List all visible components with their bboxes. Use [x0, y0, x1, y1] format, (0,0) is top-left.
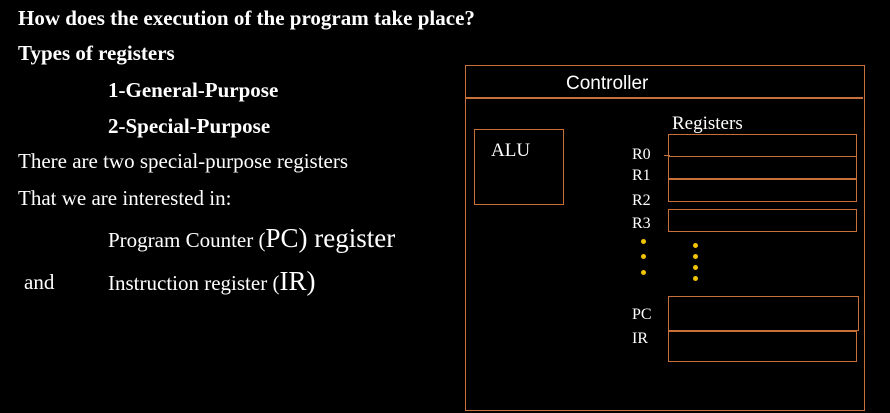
alu-label: ALU [491, 140, 531, 161]
general-purpose-item: 1-General-Purpose [108, 78, 279, 102]
ellipsis-dot [641, 239, 646, 244]
ir-register-line: Instruction register (IR) [108, 268, 315, 295]
pc-register-line: Program Counter (PC) register [108, 225, 395, 252]
register-r0-cell [668, 134, 857, 157]
register-r3-cell [668, 209, 857, 232]
ellipsis-dot [693, 243, 698, 248]
ellipsis-dot [693, 265, 698, 270]
types-heading: Types of registers [18, 41, 175, 65]
register-label-r0: R0 [632, 146, 651, 163]
register-r1-cell [668, 156, 857, 179]
ir-prefix: Instruction register ( [108, 271, 280, 295]
register-label-pc: PC [632, 306, 652, 323]
special-purpose-item: 2-Special-Purpose [108, 114, 271, 138]
r0-pointer-line [664, 155, 670, 156]
register-ir-cell [668, 331, 857, 362]
question-heading: How does the execution of the program ta… [18, 6, 475, 30]
body-line-1: There are two special-purpose registers [18, 149, 349, 173]
register-pc-cell [668, 296, 859, 331]
register-label-r2: R2 [632, 192, 651, 209]
body-line-2: That we are interested in: [18, 186, 232, 210]
ellipsis-dot [641, 254, 646, 259]
ellipsis-dot [641, 270, 646, 275]
pc-suffix: ) register [298, 223, 396, 253]
pc-prefix: Program Counter ( [108, 228, 266, 252]
ellipsis-dot [693, 254, 698, 259]
ir-abbr: IR [279, 266, 307, 296]
register-r2-cell [668, 179, 857, 202]
controller-label: Controller [566, 73, 649, 94]
ir-suffix: ) [306, 266, 316, 296]
register-label-r1: R1 [632, 167, 651, 184]
registers-title: Registers [672, 113, 743, 134]
controller-divider [466, 97, 863, 99]
pc-abbr: PC [265, 223, 299, 253]
and-word: and [24, 270, 55, 294]
register-label-r3: R3 [632, 215, 651, 232]
ellipsis-dot [693, 276, 698, 281]
register-label-ir: IR [632, 330, 648, 347]
